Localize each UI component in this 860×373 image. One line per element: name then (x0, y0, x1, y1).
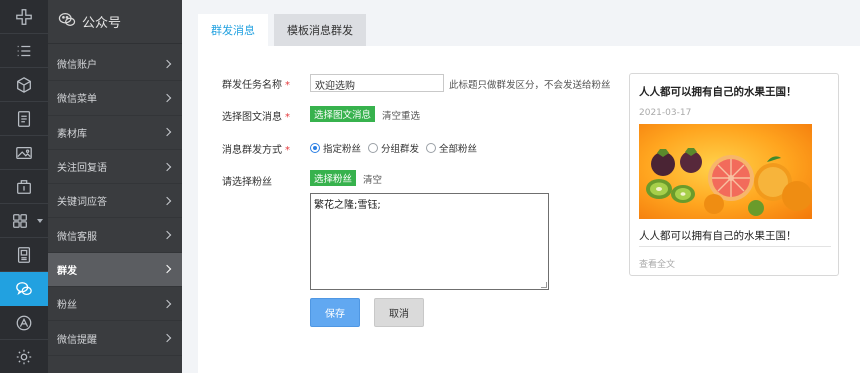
task-name-hint: 此标题只做群发区分，不会发送给粉丝 (449, 80, 611, 91)
sidebar-item-label: 微信客服 (57, 231, 97, 243)
sidebar-item-label: 粉丝 (57, 300, 77, 312)
sidebar-item-label: 群发 (57, 265, 77, 277)
sidebar-item-keyword-reply[interactable]: 关键词应答 (48, 184, 182, 219)
cube-icon[interactable] (0, 68, 48, 102)
sidebar-item-label: 关注回复语 (57, 163, 107, 175)
compass-icon[interactable] (0, 306, 48, 340)
fans-textarea-value: 繁花之隆;雪钰; (314, 200, 381, 211)
chevron-right-icon (162, 93, 172, 103)
sidebar-item-label: 微信菜单 (57, 94, 97, 106)
preview-date: 2021-03-17 (639, 108, 692, 118)
select-news-clear-button[interactable]: 清空重选 (382, 108, 420, 122)
radio-all-fans[interactable]: 全部粉丝 (426, 141, 477, 155)
chevron-right-icon (162, 333, 172, 343)
sidebar-item-label: 微信账户 (57, 60, 97, 72)
sidebar-item-material-library[interactable]: 素材库 (48, 116, 182, 150)
radio-specified-fans[interactable]: 指定粉丝 (310, 141, 361, 155)
fans-label: 请选择粉丝 (222, 177, 272, 188)
send-mode-label: 消息群发方式 * (222, 145, 290, 156)
radio-checked-icon (310, 143, 320, 153)
resize-grip-icon[interactable] (541, 282, 547, 288)
chevron-right-icon (162, 299, 172, 308)
sidebar: 公众号 微信账户 微信菜单 素材库 关注回复语 关键词应答 微信客服 群发 粉丝… (48, 0, 182, 373)
tab-template-broadcast[interactable]: 模板消息群发 (274, 14, 366, 46)
preview-description: 人人都可以拥有自己的水果王国！ (639, 230, 797, 242)
template-icon[interactable] (0, 238, 48, 272)
sidebar-item-follow-reply[interactable]: 关注回复语 (48, 150, 182, 185)
sidebar-title: 公众号 (82, 16, 122, 31)
document-icon[interactable] (0, 102, 48, 136)
fans-clear-button[interactable]: 清空 (363, 172, 382, 186)
sidebar-item-label: 关键词应答 (57, 197, 107, 209)
sidebar-header: 公众号 (48, 0, 182, 44)
sidebar-item-reminders[interactable]: 微信提醒 (48, 321, 182, 356)
radio-unchecked-icon (426, 143, 436, 153)
chevron-right-icon (162, 127, 172, 137)
wechat-icon (58, 12, 76, 32)
select-news-label: 选择图文消息 * (222, 112, 290, 123)
chevron-right-icon (162, 196, 172, 206)
wechat-icon[interactable] (0, 272, 48, 306)
radio-unchecked-icon (368, 143, 378, 153)
sidebar-item-wechat-account[interactable]: 微信账户 (48, 47, 182, 82)
save-button[interactable]: 保存 (310, 298, 360, 327)
required-mark: * (285, 112, 290, 123)
tab-broadcast-message[interactable]: 群发消息 (198, 14, 268, 46)
form-panel: 群发任务名称 * 欢迎选购 此标题只做群发区分，不会发送给粉丝 选择图文消息 * 选… (198, 46, 860, 373)
radio-group-broadcast[interactable]: 分组群发 (368, 141, 419, 155)
fruit-image (639, 124, 812, 219)
list-icon[interactable] (0, 34, 48, 68)
chevron-right-icon (162, 162, 172, 171)
news-preview-card[interactable]: 人人都可以拥有自己的水果王国！ 2021-03-17 人人都可以拥有自己的水果王… (629, 73, 839, 276)
chevron-right-icon (162, 230, 172, 240)
sidebar-item-label: 素材库 (57, 128, 87, 140)
briefcase-icon[interactable] (0, 170, 48, 204)
task-name-input[interactable]: 欢迎选购 (310, 74, 444, 92)
sidebar-item-wechat-menu[interactable]: 微信菜单 (48, 81, 182, 116)
chevron-down-icon (37, 219, 43, 223)
preview-title: 人人都可以拥有自己的水果王国！ (639, 86, 797, 98)
sidebar-item-broadcast[interactable]: 群发 (48, 252, 182, 288)
required-mark: * (285, 80, 290, 91)
select-fans-button[interactable]: 选择粉丝 (310, 170, 357, 186)
gear-icon[interactable] (0, 340, 48, 373)
sidebar-item-customer-service[interactable]: 微信客服 (48, 218, 182, 253)
sidebar-item-label: 微信提醒 (57, 334, 97, 346)
preview-read-more-link[interactable]: 查看全文 (639, 257, 675, 270)
image-icon[interactable] (0, 136, 48, 170)
cancel-button[interactable]: 取消 (374, 298, 424, 327)
preview-divider (639, 246, 831, 247)
icon-rail (0, 0, 48, 373)
plus-cross-icon[interactable] (0, 0, 48, 34)
task-name-label: 群发任务名称 * (222, 80, 290, 91)
select-news-button[interactable]: 选择图文消息 (310, 106, 376, 122)
chevron-right-icon (162, 59, 172, 68)
fans-textarea[interactable]: 繁花之隆;雪钰; (310, 193, 549, 290)
grid-icon[interactable] (0, 204, 48, 238)
chevron-right-icon (162, 265, 172, 274)
main-content: 群发消息 模板消息群发 群发任务名称 * 欢迎选购 此标题只做群发区分，不会发送给… (182, 0, 860, 373)
sidebar-item-fans[interactable]: 粉丝 (48, 287, 182, 322)
tab-bar: 群发消息 模板消息群发 (198, 14, 372, 46)
required-mark: * (285, 145, 290, 156)
